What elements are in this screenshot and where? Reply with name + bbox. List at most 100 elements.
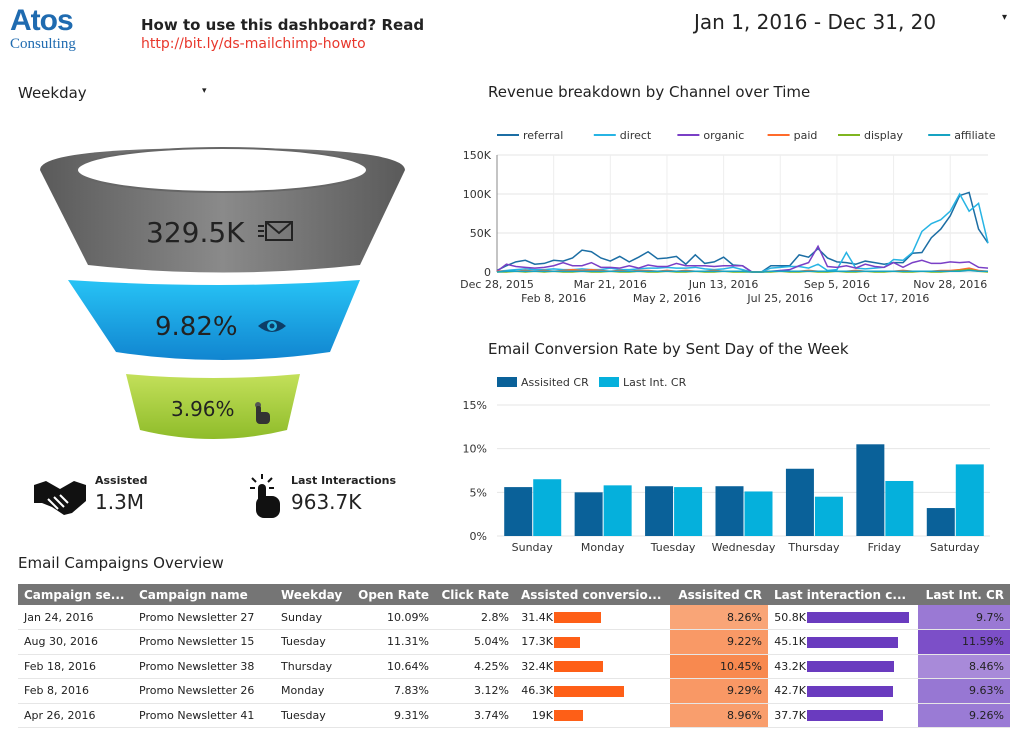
chevron-down-icon[interactable]: ▾	[202, 86, 207, 96]
legend-display: display	[864, 129, 904, 142]
y-tick-label: 100K	[463, 188, 492, 201]
cell-last: 37.7K	[768, 703, 918, 728]
cell-name: Promo Newsletter 41	[133, 703, 275, 728]
table-row[interactable]: Jan 24, 2016 Promo Newsletter 27 Sunday 10.…	[18, 605, 1010, 630]
series-line-affiliate	[496, 269, 988, 273]
cell-weekday: Thursday	[275, 654, 350, 679]
table-row[interactable]: Feb 8, 2016 Promo Newsletter 26 Monday 7.83…	[18, 678, 1010, 704]
column-header[interactable]: Click Rate	[435, 584, 515, 605]
cell-lcr: 8.46%	[918, 654, 1010, 679]
x-tick-label: Mar 21, 2016	[574, 278, 647, 291]
cell-click: 2.8%	[435, 605, 515, 630]
column-header[interactable]: Weekday	[275, 584, 350, 605]
cell-date: Aug 30, 2016	[18, 629, 133, 655]
bar-value: 19K	[531, 708, 553, 722]
x-tick-label: Jul 25, 2016	[746, 292, 813, 305]
cell-lcr: 9.7%	[918, 605, 1010, 630]
line-chart-title: Revenue breakdown by Channel over Time	[488, 83, 811, 101]
bar-sunday-1	[533, 479, 562, 536]
date-range-picker[interactable]: Jan 1, 2016 - Dec 31, 20	[694, 10, 936, 34]
cell-open: 9.31%	[350, 703, 435, 728]
column-header[interactable]: Campaign se...	[18, 584, 133, 605]
cell-weekday: Monday	[275, 678, 350, 704]
bar-value: 37.7K	[774, 708, 806, 722]
column-header[interactable]: Assisited CR	[670, 584, 768, 605]
funnel-sent-value: 329.5K	[146, 216, 245, 249]
x-tick-label: Wednesday	[712, 541, 776, 554]
cell-assisted: 31.4K	[515, 605, 670, 630]
x-tick-label: May 2, 2016	[633, 292, 701, 305]
column-header[interactable]: Last Int. CR	[918, 584, 1010, 605]
column-header[interactable]: Last interaction c...	[768, 584, 918, 605]
bar-thursday-1	[814, 496, 843, 536]
cell-click: 4.25%	[435, 654, 515, 679]
table-row[interactable]: Feb 18, 2016 Promo Newsletter 38 Thursday 1…	[18, 654, 1010, 679]
bar-value: 50.8K	[774, 610, 806, 624]
cell-assisted: 32.4K	[515, 654, 670, 679]
campaigns-table: Campaign se... Campaign name Weekday Open R…	[18, 584, 1010, 728]
bar	[807, 710, 883, 722]
legend-paid: paid	[794, 129, 818, 142]
bar-value: 43.2K	[774, 659, 806, 673]
column-header[interactable]: Campaign name	[133, 584, 275, 605]
cell-acr: 9.29%	[670, 678, 768, 704]
x-tick-label: Tuesday	[650, 541, 696, 554]
assisted-label: Assisted	[95, 474, 148, 487]
bar-saturday-1	[955, 464, 984, 536]
bar-chart-title: Email Conversion Rate by Sent Day of the…	[488, 340, 849, 358]
y-tick-label: 150K	[463, 149, 492, 162]
table-row[interactable]: Apr 26, 2016 Promo Newsletter 41 Tuesday 9.…	[18, 703, 1010, 728]
bar-value: 17.3K	[521, 635, 553, 649]
cell-click: 3.74%	[435, 703, 515, 728]
column-header[interactable]: Assisted conversio...	[515, 584, 670, 605]
x-tick-label: Jun 13, 2016	[688, 278, 759, 291]
cell-last: 45.1K	[768, 629, 918, 655]
chevron-down-icon[interactable]: ▾	[1002, 12, 1007, 23]
y-tick-label: 5%	[470, 486, 487, 499]
bar	[807, 685, 893, 697]
conversion-bar-chart: 0% 5% 10% 15% Assisited CR Last Int. CR Sunday…	[463, 376, 990, 554]
cell-acr: 10.45%	[670, 654, 768, 679]
last-interactions-value: 963.7K	[291, 490, 362, 514]
column-header[interactable]: Open Rate	[350, 584, 435, 605]
bar-value: 31.4K	[521, 610, 553, 624]
bar-value: 32.4K	[521, 659, 553, 673]
bar-tuesday-1	[674, 487, 703, 536]
cell-acr: 8.96%	[670, 703, 768, 728]
bar-monday-1	[603, 485, 632, 536]
cell-last: 50.8K	[768, 605, 918, 630]
weekday-filter[interactable]: Weekday	[18, 84, 87, 102]
bar-friday-0	[856, 444, 885, 536]
series-line-referral	[496, 191, 989, 273]
cell-open: 10.64%	[350, 654, 435, 679]
x-tick-label: Sep 5, 2016	[804, 278, 870, 291]
cell-open: 7.83%	[350, 678, 435, 704]
cell-last: 43.2K	[768, 654, 918, 679]
bar-value: 42.7K	[774, 684, 806, 698]
cell-date: Feb 18, 2016	[18, 654, 133, 679]
bar-value: 45.1K	[774, 635, 806, 649]
bar	[554, 636, 581, 648]
x-tick-label: Sunday	[512, 541, 554, 554]
cell-open: 11.31%	[350, 629, 435, 655]
logo: Atos	[10, 4, 74, 37]
cell-click: 5.04%	[435, 629, 515, 655]
y-tick-label: 0%	[470, 530, 487, 543]
cell-lcr: 9.63%	[918, 678, 1010, 704]
table-row[interactable]: Aug 30, 2016 Promo Newsletter 15 Tuesday 11…	[18, 629, 1010, 655]
bar-sunday-0	[504, 487, 533, 536]
howto-link[interactable]: http://bit.ly/ds-mailchimp-howto	[141, 36, 366, 52]
funnel-click-rate: 3.96%	[171, 397, 235, 421]
bar-value: 46.3K	[521, 684, 553, 698]
revenue-line-chart: 050K100K150KDec 28, 2015Feb 8, 2016Mar 2…	[460, 129, 996, 305]
last-interactions-label: Last Interactions	[291, 474, 397, 487]
bar	[554, 710, 583, 722]
cell-weekday: Sunday	[275, 605, 350, 630]
x-tick-label: Friday	[868, 541, 902, 554]
cell-assisted: 17.3K	[515, 629, 670, 655]
funnel-open-rate: 9.82%	[155, 312, 238, 342]
cell-name: Promo Newsletter 15	[133, 629, 275, 655]
cell-click: 3.12%	[435, 678, 515, 704]
bar	[807, 636, 898, 648]
cell-acr: 9.22%	[670, 629, 768, 655]
